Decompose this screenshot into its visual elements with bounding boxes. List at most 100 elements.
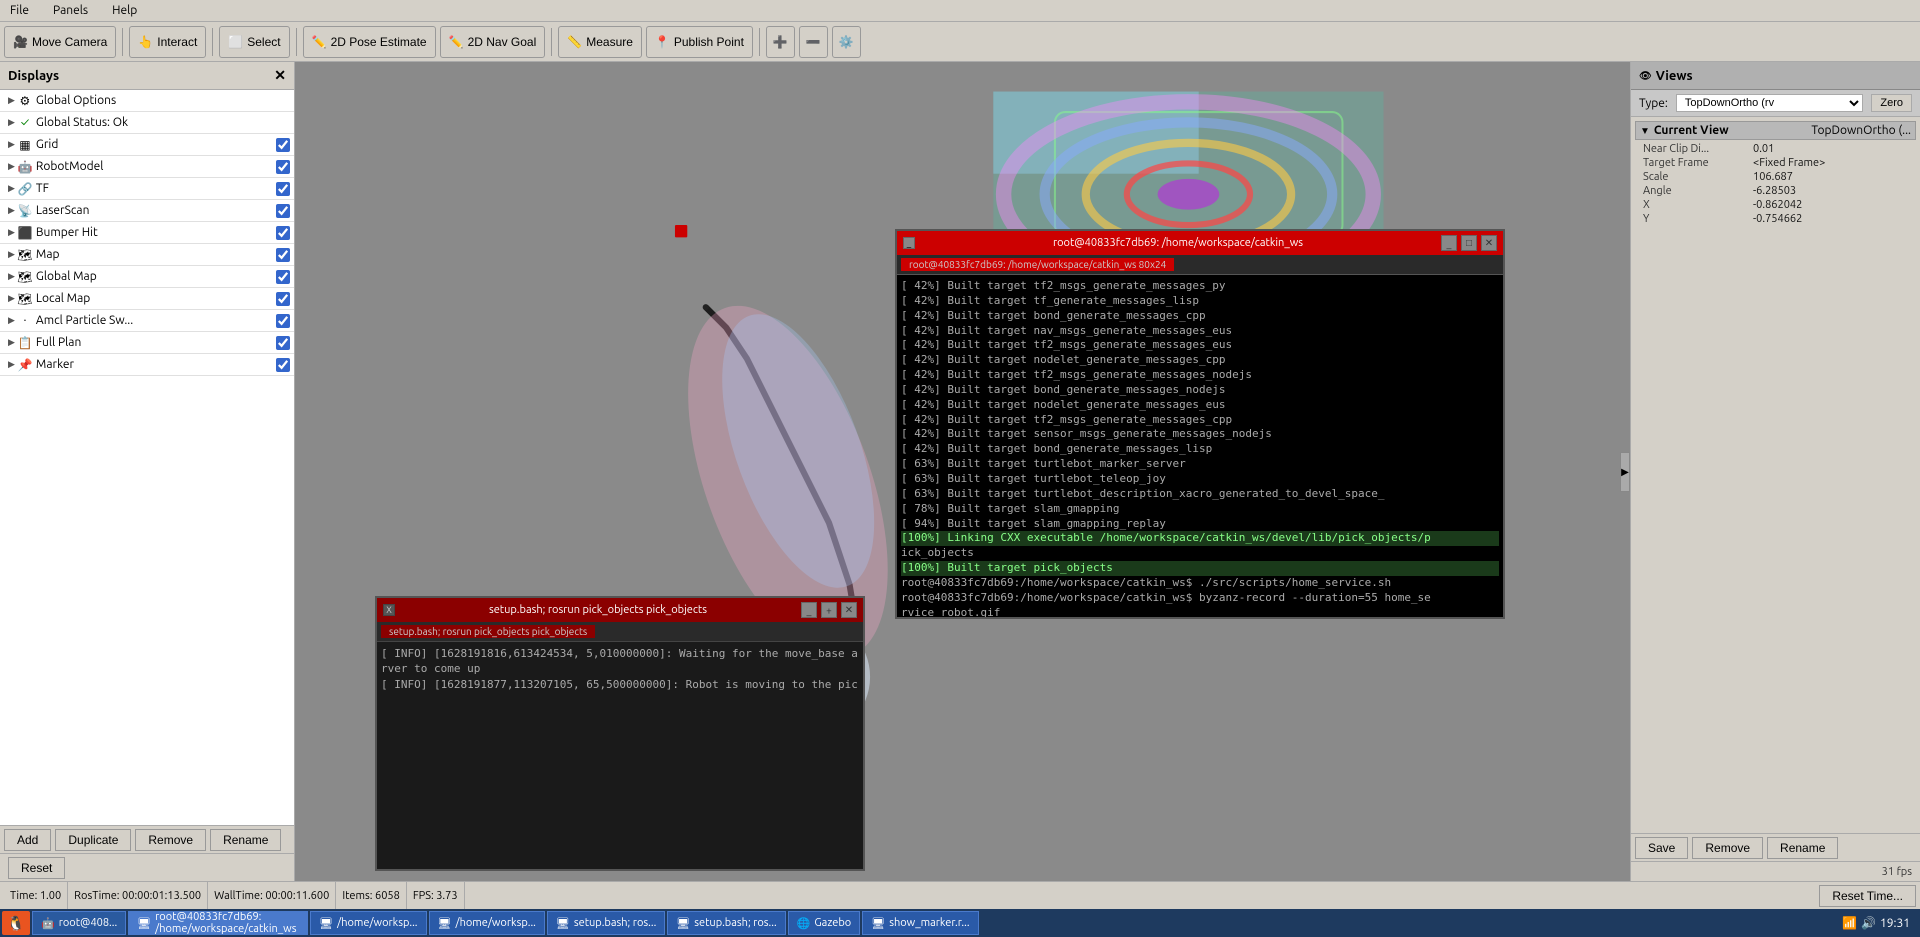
extra-btn-3[interactable]: ⚙️ [832, 26, 861, 58]
select-label: Select [247, 35, 280, 49]
terminal-main-close-btn[interactable]: ✕ [1481, 235, 1497, 251]
displays-header: Displays ✕ [0, 62, 294, 90]
time-label: Time: [10, 890, 37, 902]
terminal-small-tab[interactable]: setup.bash; rosrun pick_objects pick_obj… [381, 625, 595, 638]
extra-btn-2[interactable]: ➖ [799, 26, 828, 58]
taskbar-term2-icon: 🖥 [319, 917, 333, 930]
display-item-tf[interactable]: ▶ 🔗 TF [0, 178, 294, 200]
publish-point-label: Publish Point [674, 35, 744, 49]
tf-checkbox[interactable] [276, 182, 290, 196]
taskbar-gazebo-icon: 🌐 [797, 917, 811, 930]
robot-model-label: RobotModel [36, 160, 276, 173]
views-rename-button[interactable]: Rename [1767, 837, 1838, 859]
publish-point-button[interactable]: 📍 Publish Point [646, 26, 753, 58]
taskbar-app-rviz[interactable]: 🤖 root@408... [32, 911, 126, 935]
local-map-checkbox[interactable] [276, 292, 290, 306]
display-item-laserscan[interactable]: ▶ 📡 LaserScan [0, 200, 294, 222]
global-map-checkbox[interactable] [276, 270, 290, 284]
robot-model-arrow: ▶ [8, 161, 15, 172]
display-item-global-status[interactable]: ▶ ✓ Global Status: Ok [0, 112, 294, 134]
taskbar-app-terminal3[interactable]: 🖥 /home/worksp... [429, 911, 545, 935]
display-item-global-options[interactable]: ▶ ⚙ Global Options [0, 90, 294, 112]
terminal-small-body[interactable]: [ INFO] [1628191816,613424534, 5,0100000… [377, 642, 863, 869]
cv-row-near-clip: Near Clip Di... 0.01 [1635, 142, 1916, 156]
marker-icon: 📌 [17, 357, 33, 373]
fps2-label: FPS: [413, 890, 434, 902]
nav-goal-label: 2D Nav Goal [468, 35, 537, 49]
views-save-button[interactable]: Save [1635, 837, 1688, 859]
pose-estimate-button[interactable]: ✏️ 2D Pose Estimate [303, 26, 436, 58]
extra-btn-1[interactable]: ➕ [766, 26, 795, 58]
taskbar-start-button[interactable]: 🐧 [2, 911, 30, 935]
displays-title: Displays [8, 69, 59, 83]
display-item-bumper-hit[interactable]: ▶ ⬛ Bumper Hit [0, 222, 294, 244]
terminal-small-expand-btn[interactable]: + [821, 602, 837, 618]
terminal-main-minimize-icon[interactable]: _ [903, 237, 915, 249]
views-remove-button[interactable]: Remove [1692, 837, 1763, 859]
taskbar-term4-label: setup.bash; ros... [574, 917, 656, 929]
grid-checkbox[interactable] [276, 138, 290, 152]
taskbar-app-terminal5[interactable]: 🖥 setup.bash; ros... [667, 911, 785, 935]
terminal-main-controls: _ □ ✕ [1441, 235, 1497, 251]
views-bottom-buttons: Save Remove Rename [1631, 833, 1920, 861]
display-item-map[interactable]: ▶ 🗺 Map [0, 244, 294, 266]
terminal-main-minimize-btn[interactable]: _ [1441, 235, 1457, 251]
global-options-label: Global Options [36, 94, 290, 107]
terminal-small: X setup.bash; rosrun pick_objects pick_o… [375, 596, 865, 871]
current-view-section: ▼ Current View TopDownOrtho (... Near Cl… [1631, 117, 1920, 230]
views-zero-button[interactable]: Zero [1871, 94, 1912, 112]
taskbar-app-marker[interactable]: 🖥 show_marker.r... [862, 911, 978, 935]
taskbar-app-terminal4[interactable]: 🖥 setup.bash; ros... [547, 911, 665, 935]
map-checkbox[interactable] [276, 248, 290, 262]
center-panel[interactable]: _ root@40833fc7db69: /home/workspace/cat… [295, 62, 1630, 881]
global-status-icon: ✓ [17, 115, 33, 131]
full-plan-checkbox[interactable] [276, 336, 290, 350]
amcl-checkbox[interactable] [276, 314, 290, 328]
measure-button[interactable]: 📏 Measure [558, 26, 642, 58]
views-icon: 👁 [1639, 70, 1652, 82]
interact-button[interactable]: 👆 Interact [129, 26, 206, 58]
move-camera-button[interactable]: 🎥 Move Camera [4, 26, 116, 58]
display-item-robot-model[interactable]: ▶ 🤖 RobotModel [0, 156, 294, 178]
terminal-main-maximize-btn[interactable]: □ [1461, 235, 1477, 251]
add-button[interactable]: Add [4, 829, 51, 851]
terminal-small-minimize-btn[interactable]: _ [801, 602, 817, 618]
reset-button[interactable]: Reset [8, 857, 65, 879]
rename-button[interactable]: Rename [210, 829, 281, 851]
terminal-small-x-icon[interactable]: X [383, 604, 395, 616]
display-item-grid[interactable]: ▶ ▦ Grid [0, 134, 294, 156]
laserscan-checkbox[interactable] [276, 204, 290, 218]
global-options-arrow: ▶ [8, 95, 15, 106]
taskbar-app-gazebo[interactable]: 🌐 Gazebo [788, 911, 861, 935]
terminal-small-controls: _ + ✕ [801, 602, 857, 618]
remove-button[interactable]: Remove [135, 829, 206, 851]
display-item-full-plan[interactable]: ▶ 📋 Full Plan [0, 332, 294, 354]
taskbar-term3-label: /home/worksp... [456, 917, 536, 929]
reset-time-button[interactable]: Reset Time... [1819, 885, 1916, 907]
display-item-global-map[interactable]: ▶ 🗺 Global Map [0, 266, 294, 288]
terminal-main-tab[interactable]: root@40833fc7db69: /home/workspace/catki… [901, 258, 1174, 271]
duplicate-button[interactable]: Duplicate [55, 829, 131, 851]
terminal-small-close-btn[interactable]: ✕ [841, 602, 857, 618]
menu-panels[interactable]: Panels [47, 2, 94, 19]
current-view-header[interactable]: ▼ Current View TopDownOrtho (... [1635, 121, 1916, 140]
display-item-local-map[interactable]: ▶ 🗺 Local Map [0, 288, 294, 310]
menu-file[interactable]: File [4, 2, 35, 19]
nav-goal-button[interactable]: ✏️ 2D Nav Goal [440, 26, 546, 58]
bumper-hit-checkbox[interactable] [276, 226, 290, 240]
global-map-icon: 🗺 [17, 269, 33, 285]
select-button[interactable]: ⬜ Select [219, 26, 289, 58]
taskbar-app-terminal1[interactable]: 🖥 root@40833fc7db69: /home/workspace/cat… [128, 911, 308, 935]
robot-model-checkbox[interactable] [276, 160, 290, 174]
menu-help[interactable]: Help [106, 2, 143, 19]
display-item-marker[interactable]: ▶ 📌 Marker [0, 354, 294, 376]
terminal-main-body[interactable]: [ 42%] Built target tf2_msgs_generate_me… [897, 275, 1503, 617]
cv-scale-label: Scale [1643, 171, 1753, 183]
marker-checkbox[interactable] [276, 358, 290, 372]
displays-close-icon[interactable]: ✕ [274, 67, 286, 84]
taskbar-app-terminal2[interactable]: 🖥 /home/worksp... [310, 911, 426, 935]
display-item-amcl[interactable]: ▶ · Amcl Particle Sw... [0, 310, 294, 332]
right-panel-collapse-handle[interactable]: ▶ [1620, 452, 1630, 492]
status-wall-time: WallTime: 00:00:11.600 [208, 882, 336, 909]
views-type-select[interactable]: TopDownOrtho (rv [1676, 94, 1864, 112]
